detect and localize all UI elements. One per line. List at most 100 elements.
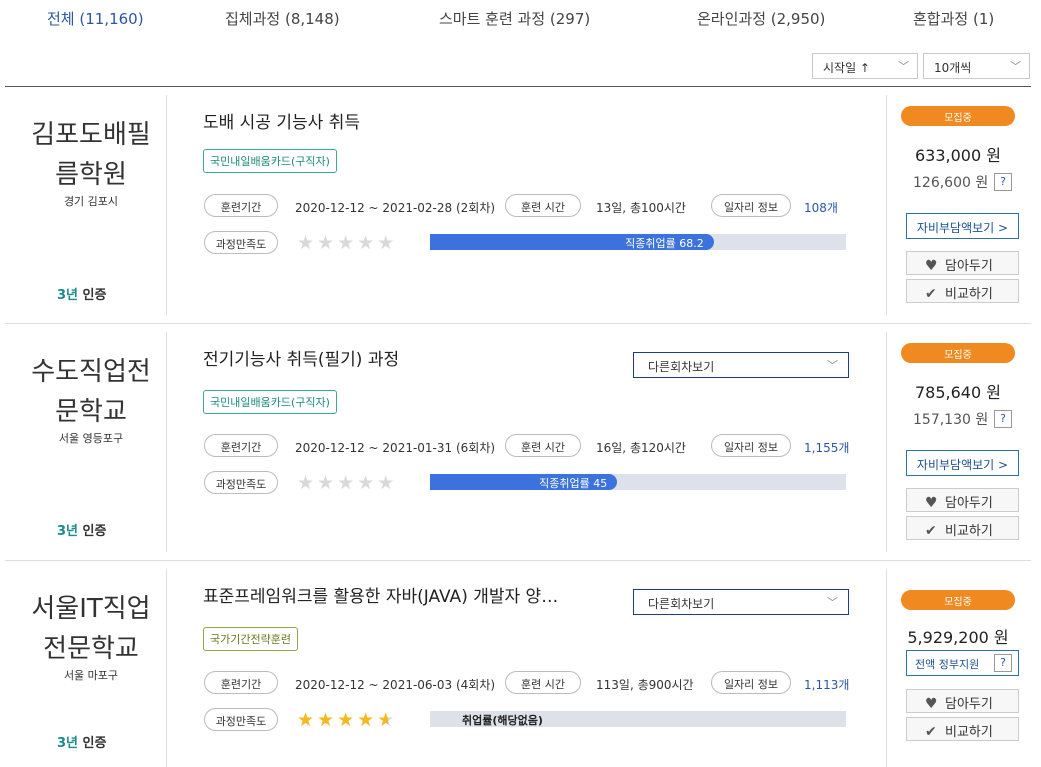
self-pay-button[interactable]: 자비부담액보기 > [906,450,1019,476]
cert-years: 3년 [57,524,79,539]
course-price: 633,000 원 [915,146,1001,165]
course-tag: 국가기간전략훈련 [203,627,298,651]
period-value: 2020-12-12 ~ 2021-01-31 (6회차) [295,441,496,455]
tab-online[interactable]: 온라인과정 (2,950) [697,8,825,29]
heart-icon: ♥ [925,258,938,274]
compare-button[interactable]: ✔ 비교하기 [906,279,1019,303]
self-pay-price: 126,600 원 [913,175,989,191]
heart-icon: ♥ [925,696,938,712]
job-info-count[interactable]: 1,113개 [804,676,849,693]
institution-name-line1: 수도직업전 [31,357,151,387]
price-panel: 모집중 633,000 원 126,600 원 ? 자비부담액보기 > ♥ 담아두… [901,87,1023,324]
satisfaction-label: 과정만족도 [204,708,278,731]
institution-name-line1: 서울IT직업 [31,594,151,624]
course-item: 수도직업전 문학교 서울 영등포구 3년 인증 전기기능사 취득(필기) 과정 … [5,324,1031,561]
job-info-label: 일자리 정보 [711,194,791,217]
institution: 수도직업전 문학교 서울 영등포구 3년 인증 [5,324,167,560]
job-info-count[interactable]: 1,155개 [804,439,849,456]
star-half-icon: ★ [377,709,398,731]
employment-rate-label: 직종취업률 68.2 [625,237,704,250]
star-icon: ★ [317,472,338,494]
recruiting-badge: 모집중 [901,343,1015,363]
star-icon: ★ [377,472,398,494]
star-icon: ★ [357,709,378,731]
sort-select[interactable]: 시작일 ↑ ﹀ [812,53,918,79]
hours-value: 16일, 총120시간 [596,441,686,455]
period-value: 2020-12-12 ~ 2021-06-03 (4회차) [295,678,496,692]
tab-smart[interactable]: 스마트 훈련 과정 (297) [439,8,590,29]
course-title[interactable]: 전기기능사 취득(필기) 과정 [203,345,399,370]
course-title[interactable]: 표준프레임워크를 활용한 자바(JAVA) 개발자 양… [203,582,558,607]
tab-all[interactable]: 전체 (11,160) [47,8,144,29]
cert-label: 인증 [82,524,107,539]
sort-select-label: 시작일 ↑ [823,61,870,75]
compare-label: 비교하기 [945,524,993,539]
other-rounds-dropdown[interactable]: 다른회차보기 ﹀ [633,589,849,615]
satisfaction-label: 과정만족도 [204,231,278,254]
recruiting-badge: 모집중 [901,106,1015,126]
certification-badge: 3년 인증 [57,520,106,539]
institution-name-line2: 문학교 [55,397,127,427]
chevron-down-icon: ﹀ [827,596,838,609]
page-size-select[interactable]: 10개씩 ﹀ [923,53,1030,79]
job-info-label: 일자리 정보 [711,671,791,694]
employment-rate-label: 취업률(해당없음) [462,714,543,727]
chevron-down-icon: ﹀ [827,359,838,372]
employment-rate-bar: 직종취업률 45 [430,474,846,490]
chevron-down-icon: ﹀ [898,60,909,73]
star-icon: ★ [297,232,318,254]
help-icon[interactable]: ? [994,410,1012,428]
institution-name[interactable]: 서울IT직업 전문학교 [5,589,177,669]
compare-button[interactable]: ✔ 비교하기 [906,516,1019,540]
self-pay-price: 157,130 원 [913,412,989,428]
job-info-count[interactable]: 108개 [804,199,838,216]
price-panel: 모집중 5,929,200 원 전액 정부지원 ? ♥ 담아두기 ✔ 비교하기 [901,561,1023,767]
employment-rate-bar: 취업률(해당없음) [430,711,846,727]
institution-name-line2: 름학원 [55,160,127,190]
course-title[interactable]: 도배 시공 기능사 취득 [203,108,360,133]
government-support-label: 전액 정부지원 [915,658,980,671]
course-type-tabs: 전체 (11,160) 집체과정 (8,148) 스마트 훈련 과정 (297)… [5,0,1031,40]
government-support-badge: 전액 정부지원 ? [906,650,1019,676]
star-icon: ★ [337,232,358,254]
period-label: 훈련기간 [204,671,278,694]
wishlist-button[interactable]: ♥ 담아두기 [906,488,1019,512]
hours-label: 훈련 시간 [505,194,581,217]
tab-classroom[interactable]: 집체과정 (8,148) [225,8,340,29]
wishlist-button[interactable]: ♥ 담아두기 [906,689,1019,713]
help-icon[interactable]: ? [994,173,1012,191]
wishlist-label: 담아두기 [945,697,993,712]
wishlist-button[interactable]: ♥ 담아두기 [906,251,1019,275]
wishlist-label: 담아두기 [945,496,993,511]
star-icon: ★ [297,472,318,494]
check-icon: ✔ [925,286,937,302]
check-icon: ✔ [925,523,937,539]
rating-stars: ★★★★★ [297,232,397,254]
institution-name[interactable]: 김포도배필 름학원 [5,115,177,195]
period-label: 훈련기간 [204,194,278,217]
hours-value: 113일, 총900시간 [596,678,694,692]
star-icon: ★ [377,232,398,254]
period-label: 훈련기간 [204,434,278,457]
course-price: 5,929,200 원 [907,628,1009,647]
course-item: 김포도배필 름학원 경기 김포시 3년 인증 도배 시공 기능사 취득 국민내일… [5,87,1031,324]
employment-rate-fill: 직종취업률 68.2 [430,234,714,250]
other-rounds-dropdown[interactable]: 다른회차보기 ﹀ [633,352,849,378]
divider [166,332,167,552]
wishlist-label: 담아두기 [945,259,993,274]
tab-blended[interactable]: 혼합과정 (1) [913,8,994,29]
institution-name[interactable]: 수도직업전 문학교 [5,352,177,432]
star-icon: ★ [357,472,378,494]
divider [166,569,167,767]
hours-label: 훈련 시간 [505,671,581,694]
price-panel: 모집중 785,640 원 157,130 원 ? 자비부담액보기 > ♥ 담아두… [901,324,1023,561]
compare-button[interactable]: ✔ 비교하기 [906,717,1019,741]
compare-label: 비교하기 [945,287,993,302]
other-rounds-label: 다른회차보기 [648,360,715,374]
page-size-label: 10개씩 [934,61,972,75]
period-value: 2020-12-12 ~ 2021-02-28 (2회차) [295,201,496,215]
self-pay-button[interactable]: 자비부담액보기 > [906,213,1019,239]
institution-location: 서울 영등포구 [58,432,124,445]
institution: 김포도배필 름학원 경기 김포시 3년 인증 [5,87,167,323]
help-icon[interactable]: ? [994,654,1012,672]
